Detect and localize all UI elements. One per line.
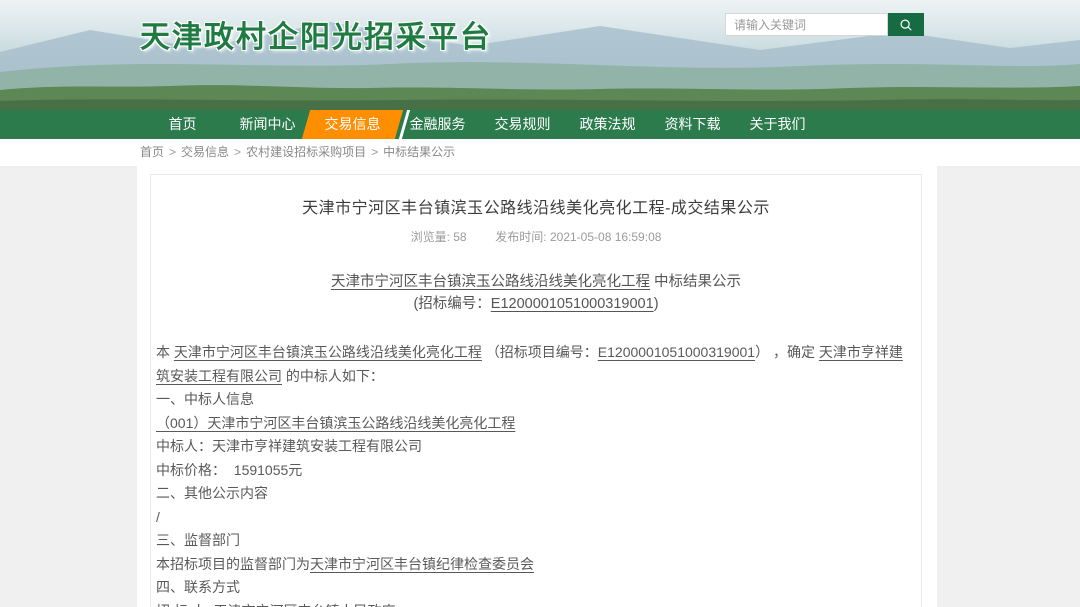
header-banner: 天津政村企阳光招采平台 xyxy=(0,0,1080,110)
nav-items: 首页 新闻中心 交易信息 金融服务 交易规则 政策法规 资料下载 关于我们 xyxy=(0,110,1080,139)
breadcrumb-separator: > xyxy=(371,145,378,159)
article-meta: 浏览量: 58 发布时间: 2021-05-08 16:59:08 xyxy=(156,228,916,245)
section4-heading: 四、联系方式 xyxy=(156,576,916,600)
article-title: 天津市宁河区丰台镇滨玉公路线沿线美化亮化工程-成交结果公示 xyxy=(156,194,916,218)
section2-heading: 二、其他公示内容 xyxy=(156,482,916,506)
content-column: 天津市宁河区丰台镇滨玉公路线沿线美化亮化工程-成交结果公示 浏览量: 58 发布… xyxy=(137,166,937,607)
nav-item-policy[interactable]: 政策法规 xyxy=(565,110,650,139)
project-name-underlined: 天津市宁河区丰台镇滨玉公路线沿线美化亮化工程 xyxy=(331,274,650,290)
main-nav: 首页 新闻中心 交易信息 金融服务 交易规则 政策法规 资料下载 关于我们 xyxy=(0,110,1080,139)
breadcrumb-separator: > xyxy=(169,145,176,159)
supervisor-line: 本招标项目的监督部门为天津市宁河区丰台镇纪律检查委员会 xyxy=(156,553,916,577)
search-icon xyxy=(899,18,913,32)
breadcrumb-current: 中标结果公示 xyxy=(383,145,455,159)
section1-heading: 一、中标人信息 xyxy=(156,388,916,412)
notice-subtitle-line2: (招标编号：E1200001051000319001) xyxy=(156,293,916,315)
breadcrumb-home-link[interactable]: 首页 xyxy=(140,145,164,159)
bid-number-underlined: E1200001051000319001 xyxy=(491,296,654,312)
publish-time: 2021-05-08 16:59:08 xyxy=(550,230,661,244)
breadcrumb-rural-projects-link[interactable]: 农村建设招标采购项目 xyxy=(246,145,366,159)
main-area: 天津市宁河区丰台镇滨玉公路线沿线美化亮化工程-成交结果公示 浏览量: 58 发布… xyxy=(0,166,1080,607)
section1-item: （001）天津市宁河区丰台镇滨玉公路线沿线美化亮化工程 xyxy=(156,412,916,436)
bid-number-underlined: E1200001051000319001 xyxy=(598,344,755,360)
article-body: 本 天津市宁河区丰台镇滨玉公路线沿线美化亮化工程 （招标项目编号：E120000… xyxy=(156,341,916,607)
page: 天津政村企阳光招采平台 首页 新闻中心 交易信息 金融服务 交易规则 政策法规 … xyxy=(0,0,1080,607)
breadcrumb-trade-info-link[interactable]: 交易信息 xyxy=(181,145,229,159)
site-title: 天津政村企阳光招采平台 xyxy=(140,12,492,56)
nav-item-about[interactable]: 关于我们 xyxy=(735,110,820,139)
supervisor-underlined: 天津市宁河区丰台镇纪律检查委员会 xyxy=(310,556,534,572)
notice-subtitle: 天津市宁河区丰台镇滨玉公路线沿线美化亮化工程 中标结果公示 (招标编号：E120… xyxy=(156,271,916,315)
winner-line: 中标人：天津市亨祥建筑安装工程有限公司 xyxy=(156,435,916,459)
search-bar xyxy=(725,13,924,36)
nav-item-downloads[interactable]: 资料下载 xyxy=(650,110,735,139)
search-input[interactable] xyxy=(725,13,888,36)
nav-item-news[interactable]: 新闻中心 xyxy=(225,110,310,139)
notice-subtitle-line1: 天津市宁河区丰台镇滨玉公路线沿线美化亮化工程 中标结果公示 xyxy=(156,271,916,293)
section2-content: / xyxy=(156,506,916,530)
search-button[interactable] xyxy=(888,13,924,36)
nav-item-home[interactable]: 首页 xyxy=(140,110,225,139)
contact-bidder-line: 招 标 人: 天津市宁河区丰台镇人民政府 xyxy=(156,600,916,607)
nav-item-trade-info-active[interactable]: 交易信息 xyxy=(310,110,395,139)
project-name-underlined: 天津市宁河区丰台镇滨玉公路线沿线美化亮化工程 xyxy=(174,344,482,360)
article-panel: 天津市宁河区丰台镇滨玉公路线沿线美化亮化工程-成交结果公示 浏览量: 58 发布… xyxy=(150,174,922,607)
publish-time-label: 发布时间: xyxy=(495,230,546,244)
breadcrumb: 首页 > 交易信息 > 农村建设招标采购项目 > 中标结果公示 xyxy=(0,139,1080,166)
breadcrumb-separator: > xyxy=(234,145,241,159)
views-label: 浏览量: xyxy=(411,230,450,244)
section3-heading: 三、监督部门 xyxy=(156,529,916,553)
price-line: 中标价格： 1591055元 xyxy=(156,459,916,483)
intro-paragraph: 本 天津市宁河区丰台镇滨玉公路线沿线美化亮化工程 （招标项目编号：E120000… xyxy=(156,341,916,388)
views-count: 58 xyxy=(453,230,466,244)
nav-item-trade-rules[interactable]: 交易规则 xyxy=(480,110,565,139)
